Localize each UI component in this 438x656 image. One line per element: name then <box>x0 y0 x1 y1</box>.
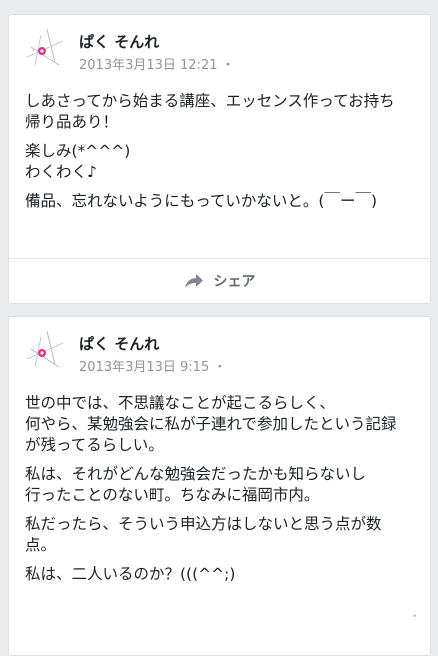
post-timestamp[interactable]: 2013年3月13日 9:15 <box>79 360 209 375</box>
post-paragraph: 私は、二人いるのか？(((^^;) <box>25 565 236 583</box>
post-header: ぱく そんれ 2013年3月13日 12:21 ・ <box>25 27 415 75</box>
meta-separator: ・ <box>213 360 227 375</box>
divider-dot <box>413 614 416 617</box>
post-paragraph: 世の中では、不思議なことが起こるらしく、 何やら、某勉強会に私が子連れで参加した… <box>25 394 397 454</box>
post-header: ぱく そんれ 2013年3月13日 9:15 ・ <box>25 329 415 377</box>
author-name[interactable]: ぱく そんれ <box>79 333 159 354</box>
post-paragraph: 備品、忘れないようにもっていかないと。(￣ー￣) <box>25 192 378 210</box>
post-paragraph: 私は、それがどんな勉強会だったかも知らないし 行ったことのない町。ちなみに福岡市… <box>25 465 367 504</box>
share-arrow-icon <box>184 274 203 288</box>
avatar[interactable] <box>25 27 65 67</box>
post-paragraph: しあさってから始まる講座、エッセンス作ってお持ち 帰り品あり！ <box>25 92 395 131</box>
news-feed: ぱく そんれ 2013年3月13日 12:21 ・ しあさってから始まる講座、エッ… <box>0 0 438 656</box>
avatar[interactable] <box>25 329 65 369</box>
post-card: ぱく そんれ 2013年3月13日 12:21 ・ しあさってから始まる講座、エッ… <box>8 14 431 304</box>
post-text: 世の中では、不思議なことが起こるらしく、 何やら、某勉強会に私が子連れで参加した… <box>25 393 421 593</box>
post-timestamp[interactable]: 2013年3月13日 12:21 <box>79 58 218 73</box>
post-meta: 2013年3月13日 9:15 ・ <box>79 356 226 375</box>
post-card: ぱく そんれ 2013年3月13日 9:15 ・ 世の中では、不思議なことが起こる… <box>8 316 431 656</box>
meta-separator: ・ <box>221 58 235 73</box>
post-meta: 2013年3月13日 12:21 ・ <box>79 54 235 73</box>
post-action-bar: シェア <box>9 258 430 303</box>
post-paragraph: 私だったら、そういう申込方はしないと思う点が数 点。 <box>25 515 382 554</box>
author-name[interactable]: ぱく そんれ <box>79 31 159 52</box>
share-label: シェア <box>213 274 256 290</box>
share-button[interactable]: シェア <box>184 271 256 291</box>
post-paragraph: 楽しみ(*^^^) わくわく♪ <box>25 142 131 181</box>
post-text: しあさってから始まる講座、エッセンス作ってお持ち 帰り品あり！ 楽しみ(*^^^… <box>25 91 421 220</box>
